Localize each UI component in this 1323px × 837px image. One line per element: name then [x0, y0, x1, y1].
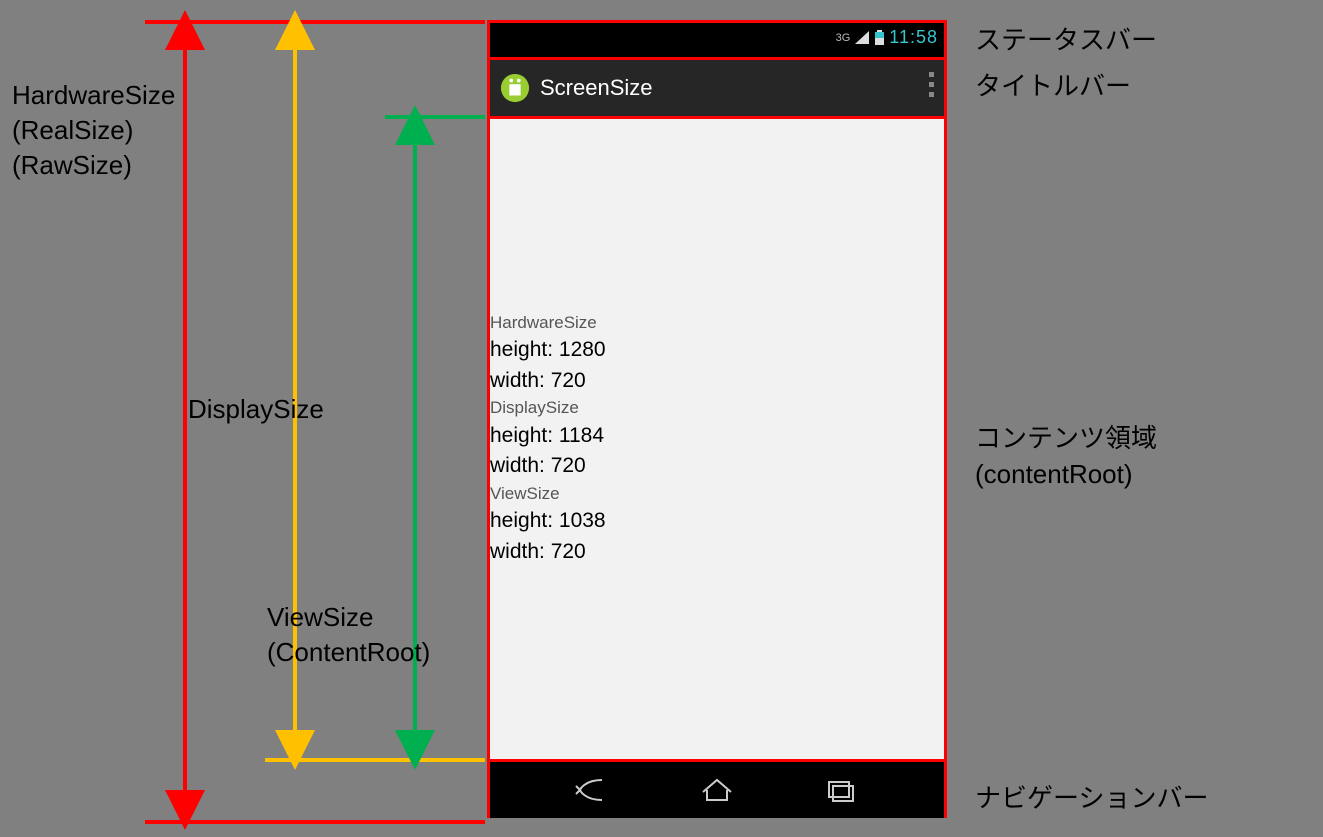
- signal-icon: [854, 30, 870, 46]
- content-area: HardwareSize height: 1280 width: 720 Dis…: [490, 119, 944, 762]
- status-bar: 3G 11:58: [490, 23, 944, 60]
- dp-width: width: 720: [490, 451, 944, 481]
- vw-label: ViewSize: [490, 482, 944, 507]
- label-display: DisplaySize: [188, 392, 324, 427]
- rlabel-nav: ナビゲーションバー: [975, 780, 1208, 816]
- hw-width: width: 720: [490, 366, 944, 396]
- network-label: 3G: [836, 32, 851, 44]
- title-bar: ScreenSize: [490, 60, 944, 119]
- clock: 11:58: [889, 27, 938, 48]
- rlabel-content: コンテンツ領域 (contentRoot): [975, 420, 1157, 493]
- home-icon[interactable]: [697, 776, 737, 804]
- label-view: ViewSize (ContentRoot): [267, 600, 430, 670]
- hw-height: height: 1280: [490, 335, 944, 365]
- vw-width: width: 720: [490, 537, 944, 567]
- label-hardware: HardwareSize (RealSize) (RawSize): [12, 78, 175, 183]
- recent-icon[interactable]: [821, 776, 861, 804]
- phone-frame: 3G 11:58 ScreenSize HardwareSize height:…: [487, 20, 947, 818]
- battery-icon: [874, 30, 885, 46]
- vw-height: height: 1038: [490, 506, 944, 536]
- hw-label: HardwareSize: [490, 311, 944, 336]
- overflow-icon[interactable]: [929, 72, 934, 97]
- dp-height: height: 1184: [490, 421, 944, 451]
- rlabel-status: ステータスバー: [975, 22, 1157, 58]
- dp-label: DisplaySize: [490, 396, 944, 421]
- hline-bottom: [145, 820, 485, 824]
- navigation-bar: [490, 762, 944, 818]
- rlabel-title: タイトルバー: [975, 68, 1131, 104]
- app-icon: [500, 73, 530, 103]
- back-icon[interactable]: [574, 776, 614, 804]
- app-title: ScreenSize: [540, 75, 653, 101]
